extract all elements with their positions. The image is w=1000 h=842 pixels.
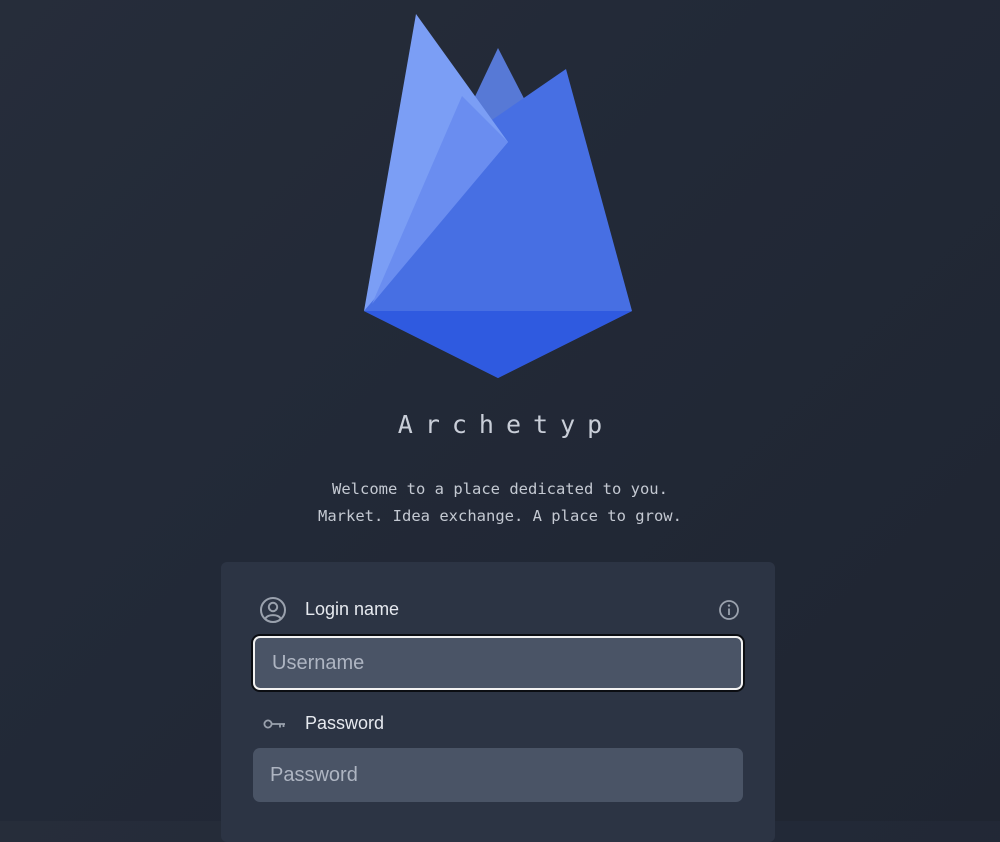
user-circle-icon [260, 597, 286, 623]
key-icon [263, 719, 285, 729]
login-card: Login name Password [221, 562, 775, 842]
login-name-label: Login name [305, 599, 400, 619]
username-input[interactable] [253, 636, 743, 690]
app-name: Archetyp [397, 410, 615, 439]
archetyp-logo [364, 14, 632, 378]
password-label: Password [305, 713, 385, 733]
password-input[interactable] [253, 748, 743, 802]
tagline-line-1: Welcome to a place dedicated to you. [332, 480, 668, 498]
tagline-line-2: Market. Idea exchange. A place to grow. [318, 507, 682, 525]
info-icon[interactable] [718, 599, 740, 621]
